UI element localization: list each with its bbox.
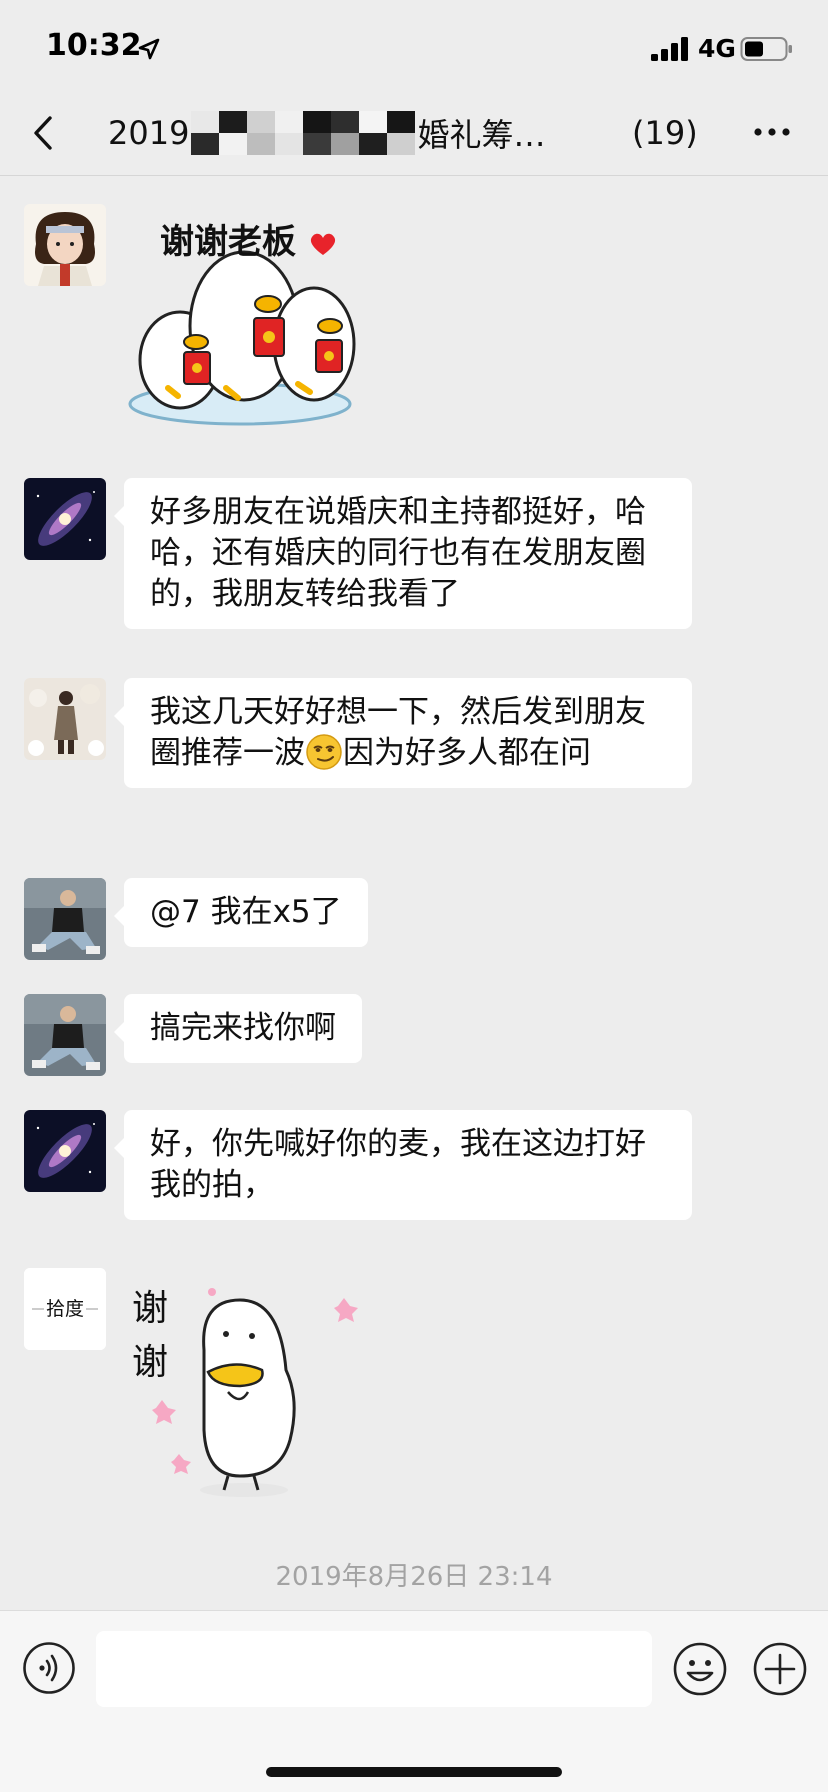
man-sitting-avatar-icon	[24, 878, 106, 960]
message-text: 搞完来找你啊	[150, 1010, 336, 1046]
more-dots-icon[interactable]	[752, 124, 792, 140]
status-time: 10:32	[46, 28, 142, 63]
avatar[interactable]	[24, 1110, 106, 1192]
message-text: 好，你先喊好你的麦，我在这边打好我的拍，	[150, 1126, 646, 1203]
chat-header: 2019 婚礼筹… (19)	[0, 100, 828, 176]
sticker-caption-line2: 谢	[132, 1342, 169, 1383]
message-bubble[interactable]: @7 我在x5了	[114, 878, 368, 947]
sticker-caption: 谢谢老板	[160, 214, 338, 263]
sticker-caption-line1: 谢	[132, 1288, 169, 1329]
galaxy-avatar-icon	[24, 1110, 106, 1192]
back-chevron-icon[interactable]	[28, 110, 62, 156]
galaxy-avatar-icon	[24, 478, 106, 560]
avatar[interactable]	[24, 878, 106, 960]
emoji-icon[interactable]	[672, 1641, 728, 1697]
signal-bars-icon	[651, 37, 688, 61]
smirk-emoji-icon	[306, 734, 342, 770]
chat-timestamp: 2019年8月26日 23:14	[275, 1562, 553, 1592]
woman-photo-avatar-icon	[24, 678, 106, 760]
network-type: 4G	[698, 34, 736, 63]
message-bubble[interactable]: 我这几天好好想一下，然后发到朋友圈推荐一波 因为好多人都在问	[114, 678, 692, 788]
avatar[interactable]: 拾度	[24, 1268, 106, 1350]
sticker-caption: 谢 谢	[132, 1282, 168, 1390]
message-bubble[interactable]: 好，你先喊好你的麦，我在这边打好我的拍，	[114, 1110, 692, 1220]
avatar[interactable]	[24, 994, 106, 1076]
message-bubble[interactable]: 好多朋友在说婚庆和主持都挺好，哈哈，还有婚庆的同行也有在发朋友圈的，我朋友转给我…	[114, 478, 692, 629]
redacted-mosaic	[191, 111, 416, 155]
man-sitting-avatar-icon	[24, 994, 106, 1076]
status-bar: 10:32 4G	[0, 0, 828, 100]
input-bar	[0, 1610, 828, 1792]
chat-title-prefix: 2019	[108, 114, 190, 152]
message-input[interactable]	[96, 1631, 652, 1707]
brand-logo-text: 拾度	[46, 1298, 85, 1320]
plus-icon[interactable]	[752, 1641, 808, 1697]
message-text-after-emoji: 因为好多人都在问	[343, 735, 591, 771]
member-count: (19)	[632, 114, 698, 152]
message-bubble[interactable]: 搞完来找你啊	[114, 994, 362, 1063]
battery-icon	[740, 37, 792, 61]
cartoon-person-avatar-icon	[24, 204, 106, 286]
message-text: @7 我在x5了	[150, 894, 342, 930]
avatar[interactable]	[24, 478, 106, 560]
message-text: 好多朋友在说婚庆和主持都挺好，哈哈，还有婚庆的同行也有在发朋友圈的，我朋友转给我…	[150, 494, 646, 612]
voice-icon[interactable]	[22, 1641, 76, 1695]
chat-title[interactable]: 2019 婚礼筹…	[108, 110, 545, 156]
heart-icon	[310, 233, 335, 255]
home-indicator[interactable]	[266, 1767, 562, 1777]
chat-title-suffix: 婚礼筹…	[417, 116, 546, 154]
avatar[interactable]	[24, 678, 106, 760]
location-arrow-icon	[138, 38, 160, 60]
sticker-caption-text: 谢谢老板	[160, 222, 296, 262]
avatar[interactable]	[24, 204, 106, 286]
